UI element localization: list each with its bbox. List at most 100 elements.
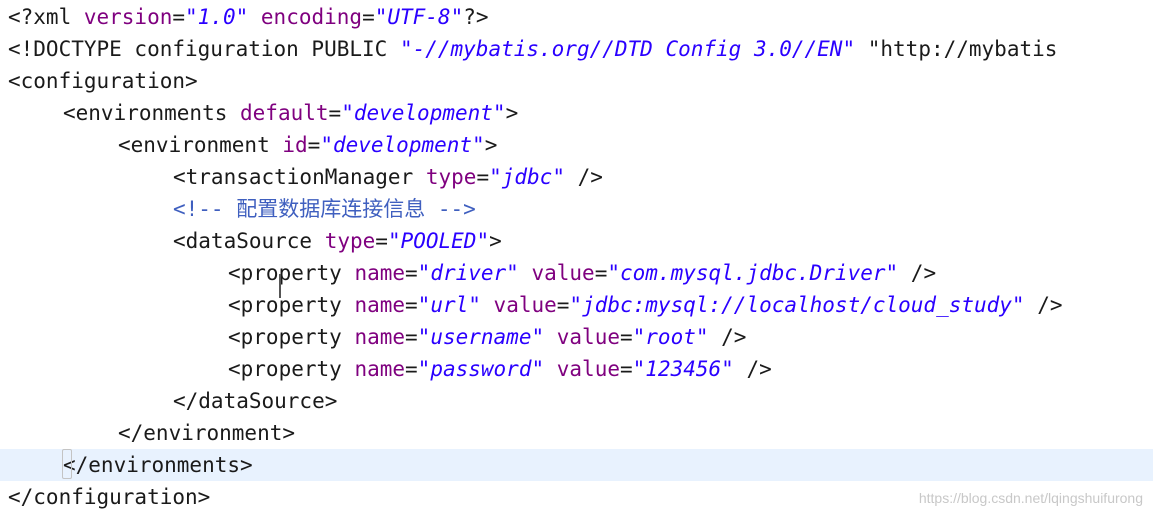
xml-tag-token: />: [708, 325, 747, 349]
code-line[interactable]: <transactionManager type="jdbc" />: [0, 161, 1153, 193]
code-line-content: <property name="username" value="root" /…: [228, 321, 746, 353]
code-line-content: <!DOCTYPE configuration PUBLIC "-//mybat…: [8, 33, 1057, 65]
xml-equals-token: =: [619, 357, 633, 381]
code-line[interactable]: <property name="driver" value="com.mysql…: [0, 257, 1153, 289]
xml-tag-token: </environment>: [118, 421, 296, 445]
xml-value-token: "url": [417, 293, 481, 317]
code-line-content: <property name="driver" value="com.mysql…: [228, 257, 936, 289]
xml-tag-token: />: [1024, 293, 1063, 317]
xml-tag-token: <?xml: [8, 5, 84, 29]
xml-value-token: "jdbc:mysql://localhost/cloud_study": [569, 293, 1025, 317]
xml-attribute-token: value: [556, 325, 620, 349]
xml-equals-token: =: [476, 165, 490, 189]
code-line-content: <property name="url" value="jdbc:mysql:/…: [228, 289, 1063, 321]
code-line-content: <!-- 配置数据库连接信息 -->: [173, 193, 476, 225]
code-line[interactable]: </environments>: [0, 449, 1153, 481]
xml-tag-token: <property: [228, 293, 355, 317]
xml-attribute-token: value: [531, 261, 595, 285]
xml-value-token: "123456": [632, 357, 734, 381]
watermark: https://blog.csdn.net/lqingshuifurong: [918, 490, 1143, 506]
xml-value-token: "password": [417, 357, 545, 381]
xml-tag-token: <property: [228, 325, 355, 349]
xml-value-token: "UTF-8": [374, 5, 464, 29]
xml-tag-token: />: [733, 357, 772, 381]
xml-tag-token: <property: [228, 357, 355, 381]
xml-value-token: "development": [320, 133, 485, 157]
code-line-content: </dataSource>: [173, 385, 337, 417]
code-line[interactable]: <!DOCTYPE configuration PUBLIC "-//mybat…: [0, 33, 1153, 65]
xml-tag-token: "http://mybatis: [867, 37, 1058, 61]
code-line[interactable]: <!-- 配置数据库连接信息 -->: [0, 193, 1153, 225]
xml-tag-token: <property: [228, 261, 355, 285]
code-line[interactable]: <property name="url" value="jdbc:mysql:/…: [0, 289, 1153, 321]
code-line-content: <dataSource type="POOLED">: [173, 225, 502, 257]
code-line-content: <?xml version="1.0" encoding="UTF-8"?>: [8, 1, 489, 33]
xml-tag-token: ?>: [463, 5, 489, 29]
xml-tag-token: </dataSource>: [173, 389, 338, 413]
xml-tag-token: [519, 261, 532, 285]
code-line[interactable]: <property name="password" value="123456"…: [0, 353, 1153, 385]
xml-attribute-token: id: [282, 133, 308, 157]
xml-tag-token: <environment: [118, 133, 283, 157]
xml-value-token: "development": [341, 101, 506, 125]
code-line[interactable]: <property name="username" value="root" /…: [0, 321, 1153, 353]
xml-attribute-token: type: [425, 165, 477, 189]
code-line[interactable]: <environment id="development">: [0, 129, 1153, 161]
xml-equals-token: =: [328, 101, 342, 125]
xml-tag-token: >: [505, 101, 519, 125]
xml-equals-token: =: [405, 293, 418, 317]
xml-attribute-token: version: [83, 5, 173, 29]
xml-tag-token: <environments: [63, 101, 241, 125]
xml-value-token: "-//mybatis.org//DTD Config 3.0//EN": [399, 37, 856, 61]
xml-tag-token: [544, 325, 557, 349]
code-line-content: <environments default="development">: [63, 97, 518, 129]
code-line-content: </configuration>: [8, 481, 210, 513]
code-line[interactable]: <configuration>: [0, 65, 1153, 97]
xml-tag-token: <!DOCTYPE configuration PUBLIC: [8, 37, 400, 61]
xml-attribute-token: default: [240, 101, 329, 125]
xml-attribute-token: name: [354, 325, 406, 349]
xml-tag-token: <dataSource: [173, 229, 325, 253]
xml-tag-token: [248, 5, 261, 29]
xml-attribute-token: type: [324, 229, 376, 253]
xml-tag-token: [544, 357, 557, 381]
code-line[interactable]: </dataSource>: [0, 385, 1153, 417]
xml-tag-token: </configuration>: [8, 485, 211, 509]
xml-equals-token: =: [556, 293, 570, 317]
xml-tag-token: [481, 293, 494, 317]
xml-value-token: "driver": [417, 261, 519, 285]
code-line[interactable]: <?xml version="1.0" encoding="UTF-8"?>: [0, 1, 1153, 33]
code-line[interactable]: </environment>: [0, 417, 1153, 449]
xml-attribute-token: encoding: [260, 5, 363, 29]
xml-equals-token: =: [405, 325, 418, 349]
xml-value-token: "username": [417, 325, 545, 349]
xml-equals-token: =: [362, 5, 375, 29]
text-caret-marker: [62, 449, 72, 479]
xml-tag-token: >: [489, 229, 502, 253]
xml-equals-token: =: [405, 261, 418, 285]
code-line-content: </environments>: [63, 449, 253, 481]
xml-value-token: "1.0": [185, 5, 249, 29]
xml-tag-token: <transactionManager: [173, 165, 426, 189]
xml-tag-token: />: [898, 261, 937, 285]
xml-code-editor[interactable]: <?xml version="1.0" encoding="UTF-8"?> <!…: [0, 0, 1153, 514]
code-line-content: <property name="password" value="123456"…: [228, 353, 772, 385]
xml-value-token: "root": [632, 325, 709, 349]
xml-equals-token: =: [594, 261, 608, 285]
code-line[interactable]: <dataSource type="POOLED">: [0, 225, 1153, 257]
xml-attribute-token: value: [493, 293, 557, 317]
xml-equals-token: =: [375, 229, 388, 253]
code-line-content: <configuration>: [8, 65, 198, 97]
xml-equals-token: =: [405, 357, 418, 381]
xml-comment-token: <!-- 配置数据库连接信息 -->: [173, 197, 476, 221]
xml-value-token: "jdbc": [489, 165, 565, 189]
xml-attribute-token: name: [354, 357, 406, 381]
xml-tag-token: />: [564, 165, 603, 189]
xml-equals-token: =: [619, 325, 633, 349]
xml-attribute-token: name: [354, 261, 406, 285]
code-line-content: <environment id="development">: [118, 129, 497, 161]
xml-tag-token: <configuration>: [8, 69, 198, 93]
code-line[interactable]: <environments default="development">: [0, 97, 1153, 129]
xml-equals-token: =: [307, 133, 321, 157]
xml-attribute-token: value: [556, 357, 620, 381]
